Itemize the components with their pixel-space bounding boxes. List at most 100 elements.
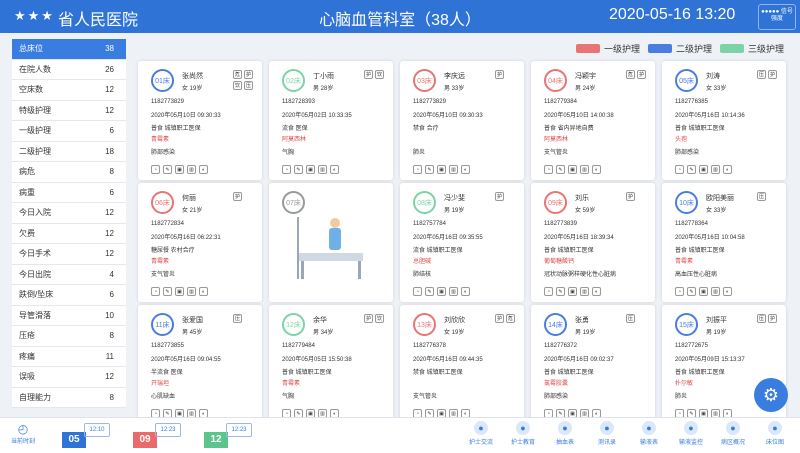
sidebar-item[interactable]: 总床位 38 [12,39,126,60]
bottom-nav-button[interactable]: ● 护士教育 [502,421,544,446]
diagnosis: 冠状动脉粥样硬化性心脏病 [544,272,617,278]
sidebar-item[interactable]: 今日手术 12 [12,244,126,265]
tag-icon: 护 [495,70,504,79]
bed-card[interactable]: 08床 冯少斐男 19岁 护 1182757784 2020年05月16日 09:35:… [400,183,524,302]
sidebar-item[interactable]: 特级护理 12 [12,100,126,121]
current-time-button[interactable]: ◴ 当前时刻 [8,422,38,445]
bottom-nav-icon: ● [642,421,656,435]
shift-indicator[interactable]: 05 12:10 [62,423,112,449]
admission-time: 2020年05月16日 09:35:55 [413,235,483,241]
bed-number: 05床 [675,69,698,92]
bed-card[interactable]: 03床 李庆远男 33岁 护 1182773829 2020年05月10日 09:30:… [400,61,524,180]
tag-icon: 护 [626,192,635,201]
bed-card[interactable]: 07床 [269,183,393,302]
tag-icon: 饮 [233,81,242,90]
bed-number: 02床 [282,69,305,92]
bed-card[interactable]: 11床 张爱国男 45岁 压 1182773855 2020年05月16日 09:04:… [138,305,262,424]
patient-id: 1182776378 [413,343,446,349]
patient-id: 1182772834 [151,221,184,227]
settings-button[interactable]: ⚙ [754,378,788,412]
sidebar-item[interactable]: 今日入院 12 [12,203,126,224]
care-icon: ◔ [544,287,553,296]
tag-icon: 危 [626,70,635,79]
bottom-nav-button[interactable]: ● 抽血表 [544,421,586,446]
sidebar-item-label: 疼痛 [19,351,35,361]
patient-id: 1182773839 [544,221,577,227]
tag-icon: 压 [626,314,635,323]
sidebar-item[interactable]: 今日出院 4 [12,264,126,285]
sidebar-item[interactable]: 空床数 12 [12,80,126,101]
care-icon: ▣ [437,165,446,174]
bed-card[interactable]: 06床 何丽女 21岁 护 1182772834 2020年05月16日 06:22:3… [138,183,262,302]
sidebar-item-count: 12 [105,208,114,218]
bed-number: 11床 [151,313,174,336]
sidebar-item[interactable]: 导管滑落 10 [12,305,126,326]
bottom-nav-button[interactable]: ● 病区概况 [712,421,754,446]
bed-number: 12床 [282,313,305,336]
bed-card[interactable]: 14床 张勇男 19岁 压 1182776372 2020年05月16日 09:02:3… [531,305,655,424]
sidebar-item-label: 总床位 [19,44,43,54]
sidebar: 总床位 38 在院人数 26 空床数 12 特级护理 12 一级护理 6 二级护理 18 病危 8 病重 6 今… [12,39,126,408]
bed-card[interactable]: 12床 余华男 34岁 护饮 1182779484 2020年05月05日 15:50:… [269,305,393,424]
bottom-nav-button[interactable]: ● 输液表 [628,421,670,446]
diet-insurance: 流食 城镇职工医保 [413,248,463,254]
tag-icons: 压护 [757,314,777,323]
patient-id: 1182779384 [544,99,577,105]
sidebar-item[interactable]: 自理能力 8 [12,387,126,408]
tag-icon: 危 [233,70,242,79]
bed-card[interactable]: 10床 欧阳美丽女 33岁 压 1182778364 2020年05月16日 10:04… [662,183,786,302]
care-icons: ◔ ✎ ▣ ▥ ◐ [151,165,208,174]
bed-card[interactable]: 05床 刘涛女 33岁 压护 1182776385 2020年05月16日 10:14:… [662,61,786,180]
shift-indicator[interactable]: 12 12:23 [204,423,254,449]
patient-id: 1182776372 [544,343,577,349]
bottom-nav-icon: ● [726,421,740,435]
care-icon: ✎ [425,287,434,296]
diet-insurance: 流食 医保 [282,126,308,132]
diet-insurance: 普食 城镇职工医保 [282,370,332,376]
shift-number: 12 [204,432,228,448]
sidebar-item[interactable]: 二级护理 18 [12,141,126,162]
bottom-nav-button[interactable]: ● 床位图 [754,421,796,446]
bottom-nav-button[interactable]: ● 输液监控 [670,421,712,446]
sidebar-item-count: 8 [109,167,114,177]
bed-card[interactable]: 13床 刘欣欣女 19岁 护危 1182776378 2020年05月16日 09:44… [400,305,524,424]
shift-indicator[interactable]: 09 12:23 [133,423,183,449]
bottom-nav-button[interactable]: ● 测讯录 [586,421,628,446]
sidebar-item[interactable]: 病重 6 [12,182,126,203]
care-icon: ✎ [163,287,172,296]
diagnosis: 肺部感染 [151,150,176,156]
patient-id: 1182779484 [282,343,315,349]
bed-card[interactable]: 01床 张尚然女 19岁 危护饮压 1182773829 2020年05月10日 09:… [138,61,262,180]
tag-icon: 饮 [375,314,384,323]
shift-time: 12:10 [84,423,110,437]
sidebar-item[interactable]: 疼痛 11 [12,346,126,367]
sidebar-item[interactable]: 跌倒/坠床 6 [12,285,126,306]
bed-card[interactable]: 02床 丁小雨男 28岁 护饮 1182728393 2020年05月02日 10:33… [269,61,393,180]
sidebar-item[interactable]: 一级护理 6 [12,121,126,142]
sidebar-item[interactable]: 在院人数 26 [12,59,126,80]
tag-icons: 护 [495,70,515,79]
bed-card[interactable]: 09床 刘乐女 59岁 护 1182773839 2020年05月16日 18:39:3… [531,183,655,302]
care-icon: ▣ [699,165,708,174]
care-icon: ✎ [425,165,434,174]
tag-icon: 压 [757,314,766,323]
diagnosis: 肺炎 [413,150,426,156]
bottom-nav-button[interactable]: ● 护士交流 [460,421,502,446]
allergy-alert: 葡萄糖酸钙 [544,259,575,265]
care-icon: ◔ [413,287,422,296]
bed-card[interactable]: 04床 冯颖宇男 24岁 危护 1182779384 2020年05月10日 14:00… [531,61,655,180]
sidebar-item-label: 导管滑落 [19,310,51,320]
sidebar-item[interactable]: 欠费 12 [12,223,126,244]
sidebar-item[interactable]: 压疮 8 [12,326,126,347]
admission-time: 2020年05月10日 09:30:33 [413,113,483,119]
sidebar-item[interactable]: 病危 8 [12,162,126,183]
patient-name: 刘振平 [706,317,727,324]
shift-number: 05 [62,432,86,448]
patient-sex-age: 男 45岁 [182,330,203,336]
care-icons: ◔ ✎ ▣ ▥ ◐ [544,165,601,174]
care-icon: ◐ [199,165,208,174]
sidebar-item[interactable]: 误吸 12 [12,367,126,388]
care-icon: ▣ [568,287,577,296]
patient-id: 1182778364 [675,221,708,227]
tag-icon: 饮 [375,70,384,79]
